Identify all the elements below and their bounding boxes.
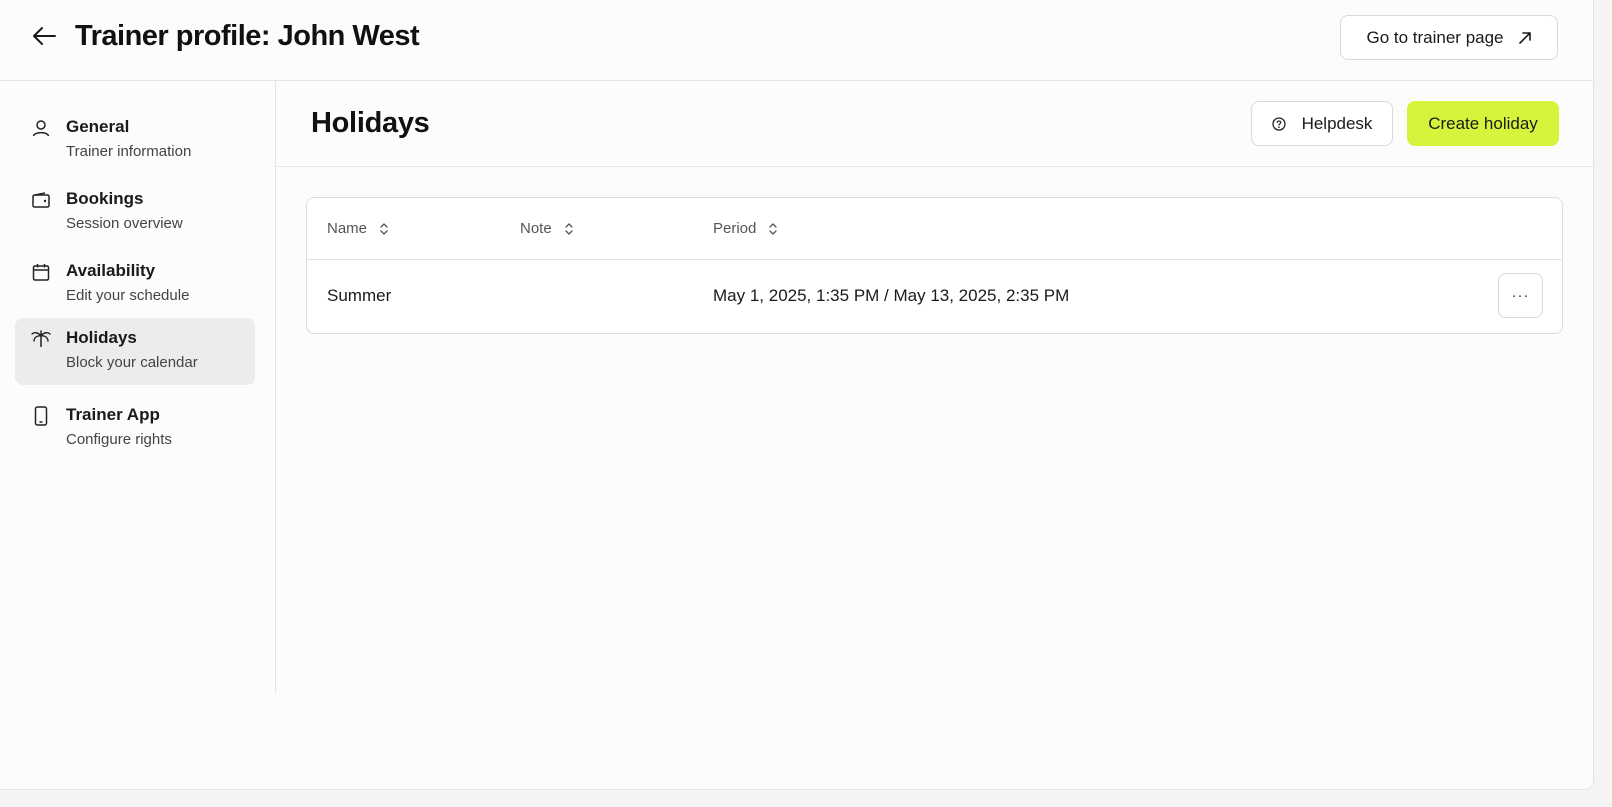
sidebar-item-label: Holidays <box>66 328 137 347</box>
sidebar-item-general[interactable]: General Trainer information <box>15 107 255 174</box>
helpdesk-label: Helpdesk <box>1301 113 1373 133</box>
sidebar-item-description: Edit your schedule <box>66 287 190 304</box>
cell-period: May 1, 2025, 1:35 PM / May 13, 2025, 2:3… <box>713 286 1070 305</box>
sidebar-item-description: Trainer information <box>66 143 192 160</box>
sidebar: General Trainer information Bookings Ses… <box>0 81 276 693</box>
table-row[interactable]: Summer May 1, 2025, 1:35 PM / May 13, 20… <box>307 260 1562 334</box>
holidays-table: Name Note Period Summer May 1, 2025, 1:3… <box>306 197 1563 334</box>
phone-icon <box>31 406 51 426</box>
sort-icon <box>565 222 573 235</box>
go-to-trainer-page-button[interactable]: Go to trainer page <box>1340 15 1558 60</box>
wallet-icon <box>31 190 51 210</box>
help-circle-icon <box>1271 116 1286 131</box>
create-holiday-button[interactable]: Create holiday <box>1407 101 1559 146</box>
create-holiday-label: Create holiday <box>1428 113 1538 133</box>
top-bar: Trainer profile: John West Go to trainer… <box>0 0 1593 81</box>
sidebar-item-label: General <box>66 117 130 136</box>
more-horizontal-icon: ··· <box>1511 287 1530 304</box>
sidebar-item-availability[interactable]: Availability Edit your schedule <box>15 251 255 318</box>
sidebar-item-label: Trainer App <box>66 405 160 424</box>
row-actions-button[interactable]: ··· <box>1498 273 1543 318</box>
calendar-icon <box>31 262 51 282</box>
helpdesk-button[interactable]: Helpdesk <box>1251 101 1393 146</box>
arrow-left-icon <box>33 27 56 45</box>
sidebar-item-holidays[interactable]: Holidays Block your calendar <box>15 318 255 385</box>
palm-tree-icon <box>31 329 51 349</box>
cell-name: Summer <box>327 286 392 305</box>
sort-icon <box>380 222 388 235</box>
sidebar-item-description: Session overview <box>66 215 183 232</box>
sidebar-item-bookings[interactable]: Bookings Session overview <box>15 179 255 246</box>
column-header-label: Note <box>520 220 552 237</box>
sort-icon <box>769 222 778 235</box>
section-title: Holidays <box>311 107 430 139</box>
go-to-trainer-page-label: Go to trainer page <box>1366 27 1504 47</box>
sidebar-item-label: Bookings <box>66 189 144 208</box>
table-header: Name Note Period <box>307 198 1562 260</box>
back-button[interactable] <box>28 20 60 52</box>
cell-note <box>505 284 597 314</box>
column-header-period[interactable]: Period <box>713 220 778 237</box>
section-header: Holidays Helpdesk Create holiday <box>276 81 1593 167</box>
sidebar-item-description: Block your calendar <box>66 354 198 371</box>
app-window: Trainer profile: John West Go to trainer… <box>0 0 1594 790</box>
external-arrow-icon <box>1518 31 1531 44</box>
column-header-note[interactable]: Note <box>520 220 574 237</box>
sidebar-item-label: Availability <box>66 261 156 280</box>
column-header-label: Period <box>713 220 757 237</box>
user-icon <box>31 118 51 138</box>
column-header-name[interactable]: Name <box>327 220 389 237</box>
column-header-label: Name <box>327 220 368 237</box>
page-title: Trainer profile: John West <box>75 20 420 52</box>
sidebar-item-trainer-app[interactable]: Trainer App Configure rights <box>15 395 255 462</box>
sidebar-item-description: Configure rights <box>66 431 172 448</box>
